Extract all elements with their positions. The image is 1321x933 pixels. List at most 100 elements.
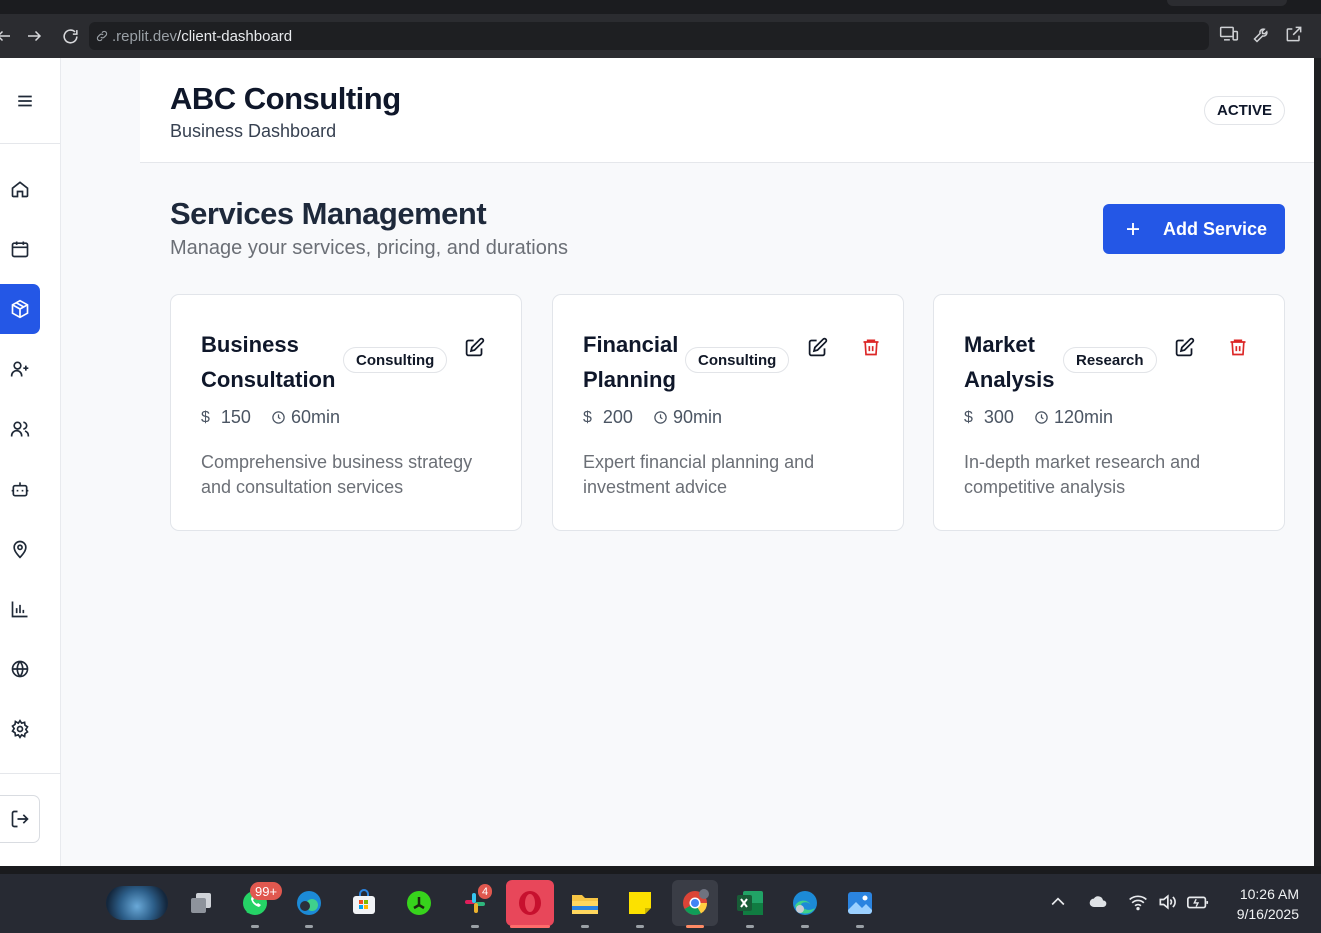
edit-icon xyxy=(808,337,827,356)
sidebar-item-locations[interactable] xyxy=(0,524,40,574)
add-service-label: Add Service xyxy=(1163,218,1268,239)
edit-icon xyxy=(1175,337,1194,356)
sidebar-item-website[interactable] xyxy=(0,644,40,694)
sidebar-item-clients[interactable] xyxy=(0,404,40,454)
edit-button[interactable] xyxy=(1172,335,1196,359)
sidebar-divider xyxy=(0,773,61,774)
service-description: In-depth market research and competitive… xyxy=(964,452,1201,497)
service-meta: $200 90min xyxy=(583,407,722,428)
browser-tab[interactable] xyxy=(1167,0,1287,6)
devices-icon[interactable] xyxy=(1219,24,1239,49)
page-header: ABC Consulting Business Dashboard ACTIVE xyxy=(140,58,1314,163)
calendar-icon xyxy=(11,241,29,258)
bar-chart-icon xyxy=(11,601,28,618)
service-price: $200 xyxy=(583,407,633,427)
app-viewport: ABC Consulting Business Dashboard ACTIVE… xyxy=(0,58,1314,866)
running-indicator xyxy=(856,925,864,928)
category-badge: Consulting xyxy=(685,347,790,373)
service-duration: 90min xyxy=(653,407,722,428)
task-view-icon[interactable] xyxy=(184,886,218,920)
category-badge: Research xyxy=(1063,347,1157,373)
edge-icon[interactable] xyxy=(788,886,822,920)
service-card-market-analysis: Market Analysis Research $300 120min In-d… xyxy=(933,294,1285,531)
dollar-icon: $ xyxy=(583,408,592,426)
home-icon xyxy=(11,181,29,198)
excel-icon[interactable] xyxy=(733,886,767,920)
service-price: $150 xyxy=(201,407,251,427)
volume-icon[interactable] xyxy=(1156,892,1178,917)
forward-icon[interactable] xyxy=(22,24,46,48)
service-name: Market Analysis xyxy=(964,332,1055,392)
sidebar-item-home[interactable] xyxy=(0,164,40,214)
app-green-icon[interactable] xyxy=(402,886,436,920)
running-indicator xyxy=(746,925,754,928)
sidebar-item-settings[interactable] xyxy=(0,704,40,754)
sidebar xyxy=(0,58,61,866)
logout-button[interactable] xyxy=(0,795,40,843)
edge-profile-icon[interactable] xyxy=(292,886,326,920)
browser-tab-strip xyxy=(0,0,1321,14)
taskbar: 99+ 4 10:26 AM 9/16/2025 xyxy=(0,874,1321,933)
dollar-icon: $ xyxy=(201,408,210,426)
wifi-icon[interactable] xyxy=(1127,892,1149,917)
reload-icon[interactable] xyxy=(58,24,82,48)
edit-button[interactable] xyxy=(462,335,486,359)
trash-icon xyxy=(1230,339,1246,356)
external-link-icon[interactable] xyxy=(1284,24,1304,49)
photos-icon[interactable] xyxy=(843,886,877,920)
service-name: Financial Planning xyxy=(583,332,679,392)
wrench-icon[interactable] xyxy=(1252,24,1272,49)
sticky-notes-icon[interactable] xyxy=(623,886,657,920)
clock-time: 10:26 AM xyxy=(1239,886,1299,902)
battery-icon[interactable] xyxy=(1186,892,1210,917)
back-icon[interactable] xyxy=(0,24,16,48)
sidebar-item-analytics[interactable] xyxy=(0,584,40,634)
active-indicator xyxy=(686,925,704,928)
running-indicator xyxy=(636,925,644,928)
edit-button[interactable] xyxy=(805,335,829,359)
sidebar-item-services[interactable] xyxy=(0,284,40,334)
whatsapp-badge: 99+ xyxy=(250,882,283,900)
section-title: Services Management xyxy=(170,196,487,231)
delete-button[interactable] xyxy=(1226,335,1250,359)
service-meta: $300 120min xyxy=(964,407,1113,428)
edit-icon xyxy=(465,337,484,356)
business-name: ABC Consulting xyxy=(170,81,401,116)
microsoft-store-icon[interactable] xyxy=(347,886,381,920)
opera-icon[interactable] xyxy=(506,880,554,926)
service-duration: 60min xyxy=(271,407,340,428)
running-indicator xyxy=(801,925,809,928)
running-indicator xyxy=(581,925,589,928)
widgets-button[interactable] xyxy=(106,886,168,920)
service-card-business-consultation: Business Consultation Consulting $150 60m… xyxy=(170,294,522,531)
service-description: Expert financial planning and investment… xyxy=(583,452,815,497)
clock-icon xyxy=(654,411,667,424)
delete-button[interactable] xyxy=(859,335,883,359)
cloud-icon[interactable] xyxy=(1087,892,1109,917)
chrome-icon[interactable] xyxy=(672,880,718,926)
service-name: Business Consultation xyxy=(201,332,336,392)
map-pin-icon xyxy=(13,540,27,559)
system-clock[interactable]: 10:26 AM 9/16/2025 xyxy=(1237,884,1299,924)
browser-toolbar: .replit.dev/client-dashboard xyxy=(0,14,1321,58)
url-path: /client-dashboard xyxy=(177,27,293,45)
chevron-up-icon[interactable] xyxy=(1048,892,1068,917)
clock-icon xyxy=(1035,411,1048,424)
plus-icon xyxy=(1103,220,1163,238)
bot-icon xyxy=(11,482,29,497)
clock-icon xyxy=(272,411,285,424)
sidebar-item-add-client[interactable] xyxy=(0,344,40,394)
address-bar[interactable]: .replit.dev/client-dashboard xyxy=(89,22,1209,50)
clock-date: 9/16/2025 xyxy=(1236,906,1299,922)
category-badge: Consulting xyxy=(343,347,448,373)
running-indicator xyxy=(471,925,479,928)
file-explorer-icon[interactable] xyxy=(568,886,602,920)
sidebar-item-calendar[interactable] xyxy=(0,224,40,274)
service-meta: $150 60min xyxy=(201,407,340,428)
logout-icon xyxy=(11,810,29,828)
link-icon xyxy=(95,29,109,43)
sidebar-item-bot[interactable] xyxy=(0,464,40,514)
add-service-button[interactable]: Add Service xyxy=(1103,204,1285,254)
users-icon xyxy=(10,421,30,437)
menu-icon[interactable] xyxy=(16,92,34,110)
